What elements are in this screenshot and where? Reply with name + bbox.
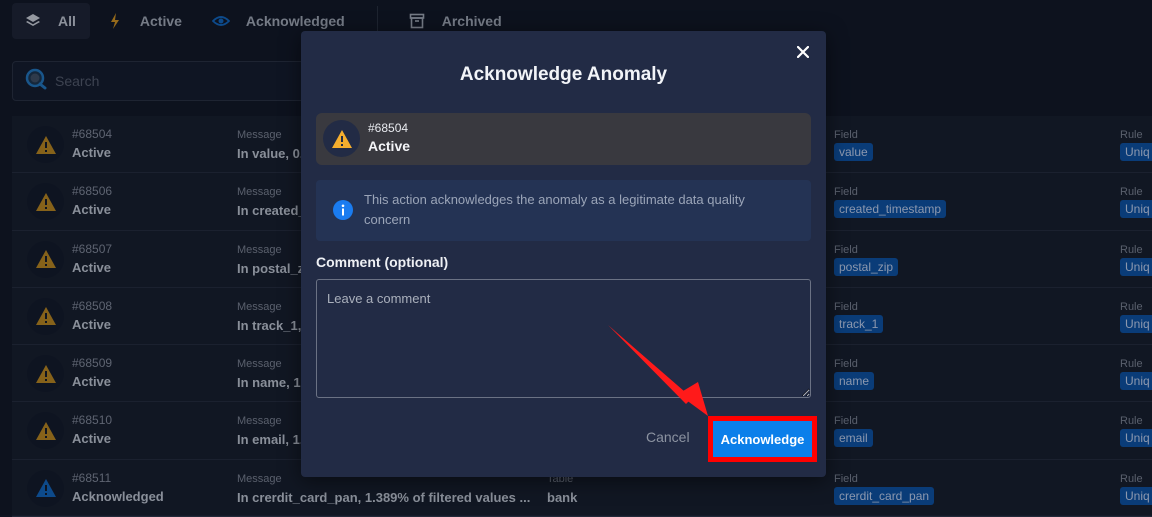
tab-label: All (58, 13, 76, 29)
warning-icon (323, 120, 360, 157)
search-icon (25, 68, 47, 95)
anomaly-card: #68504 Active (316, 113, 811, 165)
warning-icon (27, 412, 64, 449)
field-label: Field (834, 415, 858, 427)
acknowledge-button[interactable]: Acknowledge (713, 421, 812, 457)
message-value: In track_1, (237, 318, 301, 333)
field-chip: created_timestamp (834, 200, 946, 218)
anomaly-id: #68511 (72, 471, 111, 485)
field-chip: track_1 (834, 315, 883, 333)
rule-chip: Uniq (1120, 429, 1152, 447)
anomaly-id: #68504 (368, 121, 408, 135)
lightning-icon (106, 12, 124, 30)
field-chip: crerdit_card_pan (834, 487, 934, 505)
field-label: Field (834, 244, 858, 256)
field-chip: value (834, 143, 873, 161)
info-banner: This action acknowledges the anomaly as … (316, 180, 811, 241)
rule-chip: Uniq (1120, 315, 1152, 333)
close-button[interactable] (794, 43, 812, 61)
table-value: bank (547, 490, 577, 505)
info-text: This action acknowledges the anomaly as … (364, 190, 784, 230)
cancel-button[interactable]: Cancel (646, 429, 690, 445)
anomaly-status: Active (72, 202, 111, 217)
field-label: Field (834, 473, 858, 485)
field-label: Field (834, 301, 858, 313)
rule-label: Rule (1120, 301, 1143, 313)
rule-label: Rule (1120, 129, 1143, 141)
anomaly-status: Active (72, 374, 111, 389)
acknowledge-modal: Acknowledge Anomaly #68504 Active This a… (301, 31, 826, 477)
anomaly-status: Active (368, 138, 410, 154)
rule-label: Rule (1120, 358, 1143, 370)
warning-icon (27, 355, 64, 392)
warning-icon (27, 126, 64, 163)
anomaly-id: #68504 (72, 127, 112, 141)
archive-icon (408, 12, 426, 30)
message-value: In email, 1.3 (237, 432, 311, 447)
anomaly-id: #68510 (72, 413, 112, 427)
close-icon (797, 46, 809, 58)
message-label: Message (237, 186, 282, 198)
eye-icon (212, 12, 230, 30)
tab-all[interactable]: All (12, 3, 90, 39)
rule-label: Rule (1120, 473, 1143, 485)
message-value: In created_ (237, 203, 306, 218)
message-label: Message (237, 301, 282, 313)
tab-label: Active (140, 13, 182, 29)
rule-label: Rule (1120, 244, 1143, 256)
tab-label: Archived (442, 13, 502, 29)
rule-chip: Uniq (1120, 258, 1152, 276)
highlight-box: Acknowledge (708, 416, 817, 462)
field-label: Field (834, 358, 858, 370)
rule-label: Rule (1120, 415, 1143, 427)
rule-chip: Uniq (1120, 372, 1152, 390)
modal-title: Acknowledge Anomaly (301, 64, 826, 86)
acknowledged-warning-icon (27, 470, 64, 507)
info-icon (333, 200, 353, 220)
field-chip: email (834, 429, 873, 447)
anomaly-status: Active (72, 145, 111, 160)
comment-label: Comment (optional) (316, 254, 448, 270)
rule-label: Rule (1120, 186, 1143, 198)
layers-icon (24, 12, 42, 30)
comment-textarea[interactable] (316, 279, 811, 398)
message-label: Message (237, 473, 282, 485)
search-box (12, 61, 312, 101)
message-label: Message (237, 129, 282, 141)
message-label: Message (237, 358, 282, 370)
message-value: In value, 0. (237, 146, 303, 161)
anomaly-id: #68507 (72, 242, 112, 256)
warning-icon (27, 241, 64, 278)
warning-icon (27, 183, 64, 220)
anomaly-id: #68506 (72, 184, 112, 198)
anomaly-status: Active (72, 260, 111, 275)
anomaly-status: Acknowledged (72, 489, 164, 504)
field-chip: postal_zip (834, 258, 898, 276)
message-value: In postal_z (237, 261, 304, 276)
search-input[interactable] (55, 73, 295, 89)
warning-icon (27, 298, 64, 335)
field-chip: name (834, 372, 874, 390)
rule-chip: Uniq (1120, 143, 1152, 161)
anomaly-id: #68509 (72, 356, 112, 370)
rule-chip: Uniq (1120, 200, 1152, 218)
anomaly-status: Active (72, 431, 111, 446)
tab-active[interactable]: Active (94, 3, 196, 39)
message-value: In crerdit_card_pan, 1.389% of filtered … (237, 490, 530, 505)
message-label: Message (237, 244, 282, 256)
anomaly-status: Active (72, 317, 111, 332)
rule-chip: Uniq (1120, 487, 1152, 505)
field-label: Field (834, 129, 858, 141)
tab-label: Acknowledged (246, 13, 345, 29)
anomaly-id: #68508 (72, 299, 112, 313)
message-label: Message (237, 415, 282, 427)
field-label: Field (834, 186, 858, 198)
